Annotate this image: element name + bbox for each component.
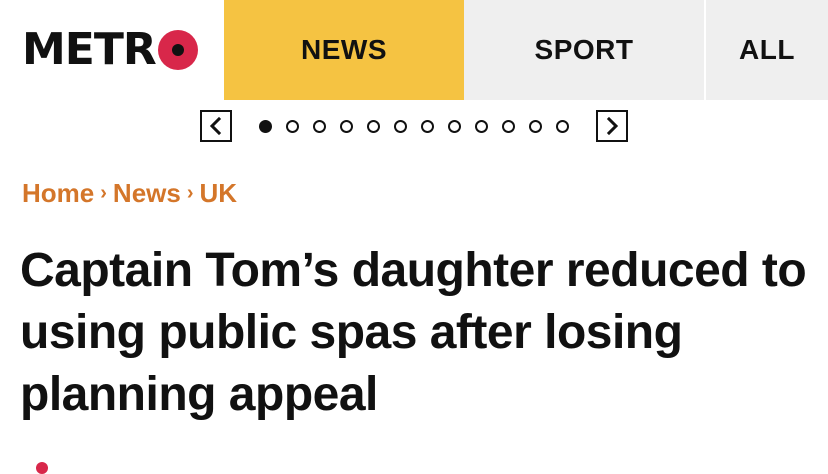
carousel-dot[interactable] <box>286 119 299 133</box>
carousel-dot[interactable] <box>556 119 569 133</box>
carousel-dot[interactable] <box>475 119 488 133</box>
breadcrumb: Home › News › UK <box>22 178 237 209</box>
tab-news[interactable]: NEWS <box>224 0 464 100</box>
carousel-dot[interactable] <box>340 119 353 133</box>
carousel-dot[interactable] <box>448 119 461 133</box>
chevron-left-icon <box>209 117 222 135</box>
partial-icon <box>36 462 48 474</box>
breadcrumb-news-link[interactable]: News <box>113 178 181 209</box>
tab-all[interactable]: ALL <box>706 0 828 100</box>
carousel-dot[interactable] <box>421 119 434 133</box>
carousel-next-button[interactable] <box>596 110 628 142</box>
top-navigation-bar: METR NEWS SPORT ALL <box>0 0 828 100</box>
tab-sport[interactable]: SPORT <box>464 0 706 100</box>
breadcrumb-home-link[interactable]: Home <box>22 178 94 209</box>
carousel-prev-button[interactable] <box>200 110 232 142</box>
carousel-dot[interactable] <box>367 119 380 133</box>
carousel-dot[interactable] <box>259 119 272 133</box>
article-headline: Captain Tom’s daughter reduced to using … <box>20 244 807 421</box>
breadcrumb-separator-icon: › <box>100 182 107 204</box>
carousel-dot[interactable] <box>394 119 407 133</box>
logo-wordmark: METR <box>22 24 157 75</box>
logo-ring-icon <box>157 30 198 70</box>
metro-logo[interactable]: METR <box>0 0 224 100</box>
breadcrumb-uk-link[interactable]: UK <box>200 178 238 209</box>
carousel-dot[interactable] <box>313 119 326 133</box>
carousel-pager <box>0 104 828 148</box>
carousel-dot[interactable] <box>502 119 515 133</box>
carousel-dots <box>252 119 576 133</box>
breadcrumb-separator-icon: › <box>186 182 194 204</box>
chevron-right-icon <box>606 117 619 135</box>
carousel-dot[interactable] <box>529 119 542 133</box>
